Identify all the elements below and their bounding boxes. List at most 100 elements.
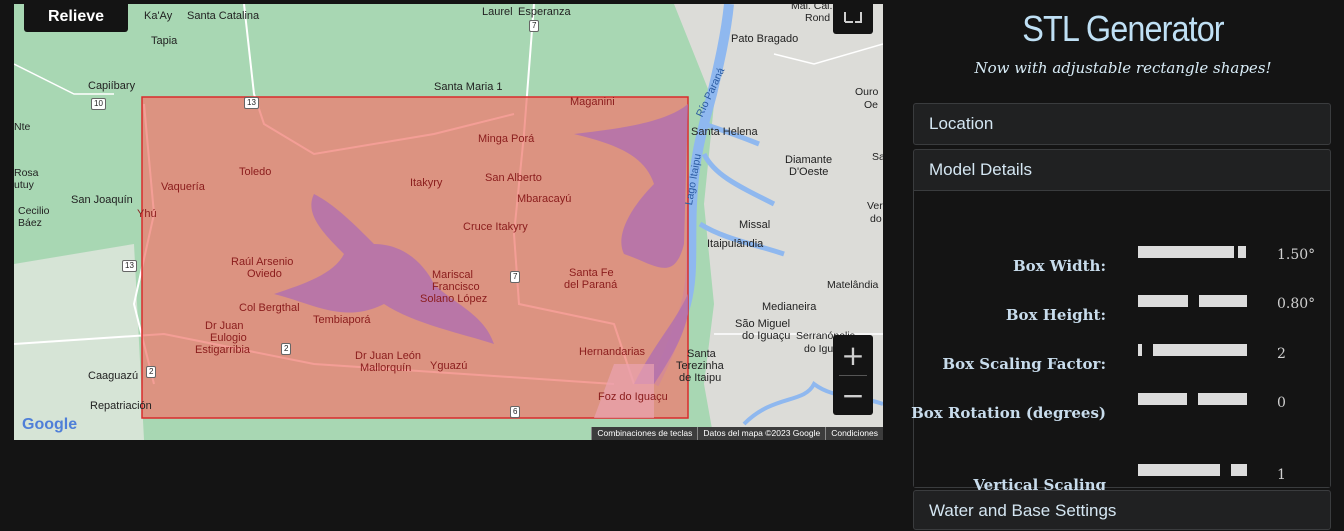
- place-label: del Paraná: [564, 279, 618, 291]
- place-label: Cecilio: [18, 205, 50, 217]
- place-label: Yhú: [137, 208, 157, 220]
- place-label: Caaguazú: [88, 370, 139, 382]
- place-label: Repatriación: [90, 400, 152, 412]
- fullscreen-icon: [844, 12, 862, 23]
- location-section-header[interactable]: Location: [914, 104, 1330, 144]
- map-view[interactable]: Ka'Ay Santa Catalina Laurel Esperanza Ma…: [14, 4, 883, 440]
- water-base-section-header[interactable]: Water and Base Settings: [914, 491, 1330, 531]
- map-data-text: Datos del mapa ©2023 Google: [697, 427, 826, 440]
- box-height-label: Box Height:: [1005, 306, 1106, 324]
- place-label: Nte: [14, 121, 31, 133]
- road-shield: 13: [244, 97, 259, 109]
- place-label: Cruce Itakyry: [463, 221, 528, 233]
- vertical-scaling-value: 1: [1277, 467, 1286, 483]
- zoom-in-button[interactable]: +: [833, 335, 873, 375]
- place-label: Santa Helena: [691, 126, 758, 138]
- place-label: Tembiaporá: [313, 314, 371, 326]
- place-label: Mbaracayú: [517, 193, 572, 205]
- place-label: utuy: [14, 179, 34, 191]
- road-shield: 7: [510, 271, 521, 283]
- place-label: Solano López: [420, 293, 488, 305]
- map-attribution: Combinaciones de teclas Datos del mapa ©…: [591, 427, 883, 440]
- place-label: Raúl Arsenio: [231, 256, 294, 268]
- place-label: Báez: [18, 217, 42, 229]
- road-shield: 7: [529, 20, 540, 32]
- place-label: Santa Catalina: [187, 10, 260, 22]
- vertical-scaling-slider[interactable]: [1138, 464, 1248, 476]
- place-label: Maganini: [570, 96, 615, 108]
- place-label: Toledo: [239, 166, 272, 178]
- google-logo: Google: [22, 416, 78, 433]
- place-label: Santa Fe: [569, 267, 614, 279]
- place-label: Santa: [687, 348, 716, 360]
- relief-toggle-button[interactable]: Relieve: [24, 4, 128, 32]
- box-height-slider[interactable]: [1138, 295, 1248, 307]
- place-label: Foz do Iguaçu: [598, 391, 668, 403]
- zoom-out-button[interactable]: −: [833, 375, 873, 415]
- place-label: Francisco: [432, 281, 480, 293]
- place-label: San Alberto: [485, 172, 542, 184]
- place-label: do: [870, 213, 882, 225]
- box-rotation-slider[interactable]: [1138, 393, 1248, 405]
- model-details-body: Box Width: 1.50° Box Height: 0.80° Box S…: [911, 190, 1330, 494]
- place-label: Minga Porá: [478, 133, 535, 145]
- app-subtitle: Now with adjustable rectangle shapes!: [974, 59, 1272, 77]
- place-label: Col Bergthal: [239, 302, 300, 314]
- place-label: Eulogio: [210, 332, 247, 344]
- place-label: Oe: [864, 99, 879, 111]
- box-height-value: 0.80°: [1277, 296, 1316, 312]
- location-section[interactable]: Location: [913, 103, 1331, 145]
- water-base-section[interactable]: Water and Base Settings: [913, 490, 1331, 530]
- box-scaling-factor-slider[interactable]: [1138, 344, 1248, 356]
- box-width-label: Box Width:: [1013, 257, 1106, 275]
- place-label: Diamante: [785, 154, 833, 166]
- model-details-section-header[interactable]: Model Details: [914, 150, 1330, 190]
- place-label: Ver: [867, 200, 883, 212]
- place-label: Itakyry: [410, 177, 443, 189]
- place-label: Laurel: [482, 6, 513, 18]
- box-width-value: 1.50°: [1277, 247, 1316, 263]
- place-label: Vaquería: [161, 181, 205, 193]
- place-label: Sa: [872, 151, 883, 163]
- road-shield: 2: [281, 343, 292, 355]
- place-label: Rond: [805, 12, 831, 24]
- place-label: Yguazú: [430, 360, 468, 372]
- place-label: Dr Juan: [205, 320, 244, 332]
- place-label: Santa Maria 1: [434, 81, 503, 93]
- road-shield: 2: [146, 366, 157, 378]
- place-label: Pato Bragado: [731, 33, 799, 45]
- place-label: Matelândia: [827, 279, 879, 291]
- place-label: Terezinha: [676, 360, 724, 372]
- place-label: Rosa: [14, 167, 39, 179]
- place-label: Mal. Cal.: [791, 4, 833, 12]
- road-shield: 13: [122, 260, 137, 272]
- app-title: STL Generator: [1022, 8, 1224, 49]
- place-label: Capiíbary: [88, 80, 136, 92]
- road-shield: 10: [91, 98, 106, 110]
- place-label: Hernandarias: [579, 346, 646, 358]
- place-label: Dr Juan León: [355, 350, 422, 362]
- box-width-slider[interactable]: [1138, 246, 1248, 258]
- place-label: Ouro: [855, 86, 879, 98]
- model-details-section: Model Details Box Width: 1.50° Box Heigh…: [911, 149, 1331, 494]
- keyboard-shortcuts-link[interactable]: Combinaciones de teclas: [591, 427, 698, 440]
- terms-link[interactable]: Condiciones: [825, 427, 883, 440]
- place-label: de Itaipu: [679, 372, 722, 384]
- place-label: Esperanza: [518, 6, 571, 18]
- place-label: San Joaquín: [71, 194, 133, 206]
- place-label: São Miguel: [735, 318, 791, 330]
- box-scaling-factor-label: Box Scaling Factor:: [942, 355, 1106, 373]
- place-label: Medianeira: [762, 301, 817, 313]
- place-label: Mariscal: [432, 269, 473, 281]
- box-scaling-factor-value: 2: [1277, 346, 1286, 362]
- place-label: Itaipulândia: [707, 238, 764, 250]
- place-label: Mallorquín: [360, 362, 412, 374]
- box-rotation-value: 0: [1277, 395, 1286, 411]
- place-label: Estigarribia: [195, 344, 251, 356]
- place-label: Oviedo: [247, 268, 282, 280]
- place-label: Tapia: [151, 35, 178, 47]
- box-rotation-label: Box Rotation (degrees): [911, 404, 1106, 422]
- road-shield: 6: [510, 406, 521, 418]
- place-label: D'Oeste: [789, 166, 829, 178]
- fullscreen-button[interactable]: [833, 4, 873, 34]
